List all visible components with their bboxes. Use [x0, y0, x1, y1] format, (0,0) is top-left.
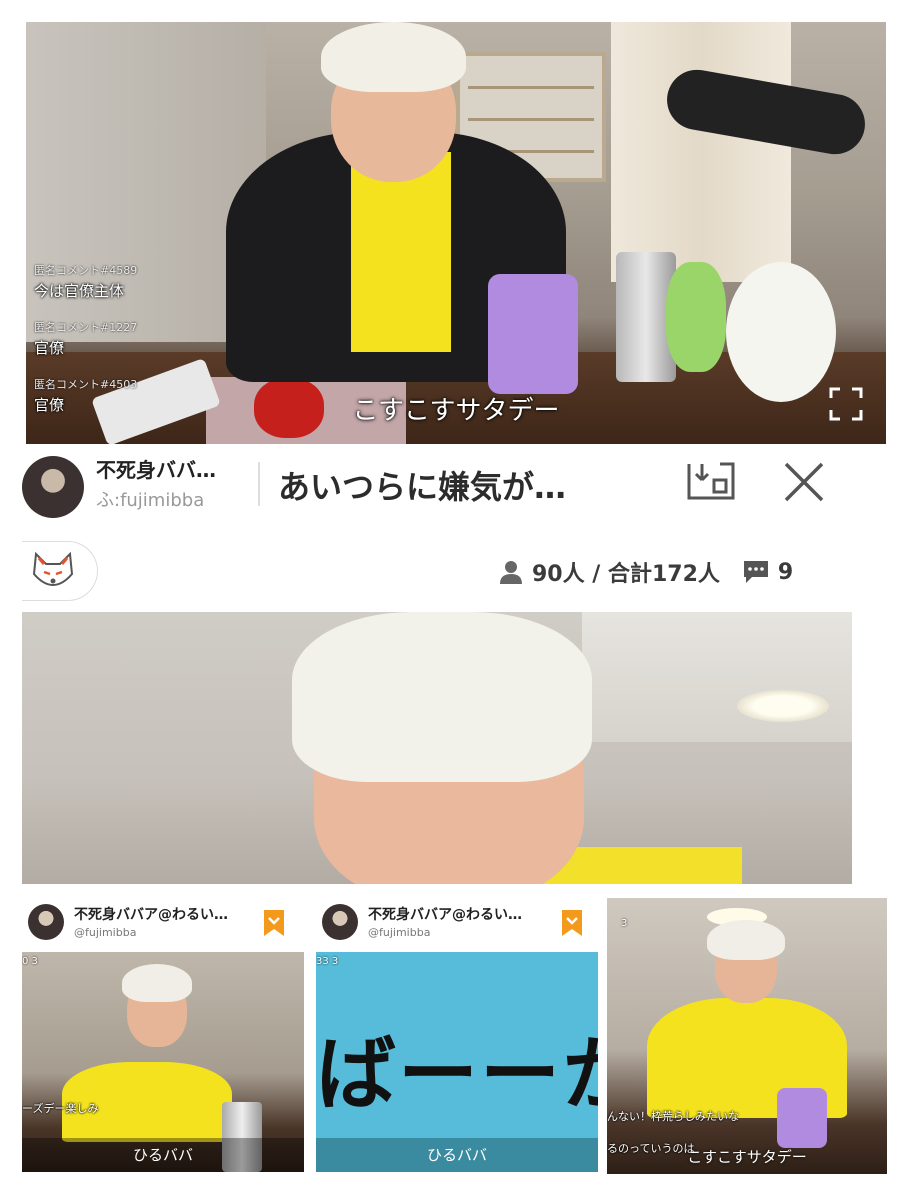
green-plush — [666, 262, 726, 372]
close-icon[interactable] — [780, 458, 828, 506]
fox-mask-badge[interactable] — [22, 541, 98, 601]
stream-card[interactable]: 不死身ババア@わるい… @fujimibba 0 3 ーズデー楽しみ ひるババ — [22, 896, 304, 1176]
fullscreen-icon[interactable] — [828, 386, 864, 422]
card-thumbnail[interactable]: 3 んない！枠荒らしみたいな るのっていうのは こすこすサタデー — [607, 898, 887, 1174]
channel-name[interactable]: 不死身ババ… — [96, 454, 256, 483]
thumb-counter: 0 3 — [22, 956, 38, 967]
viewer-stats: 90人 / 合計172人 9 — [498, 552, 793, 592]
thumb-counter: 33 3 — [316, 956, 339, 967]
scrolling-comment: んない！枠荒らしみたいな — [607, 1110, 739, 1123]
streamer-hair — [292, 612, 592, 782]
comment-author: 匿名コメント#1227 — [34, 321, 138, 334]
card-thumbnail[interactable]: 33 3 ばーーか ひるババ — [316, 952, 598, 1172]
card-channel-id: @fujimibba — [368, 926, 431, 939]
comment-item: 匿名コメント#4589 今は官僚主体 — [34, 262, 234, 301]
person-icon — [500, 561, 522, 584]
bookmark-icon[interactable] — [264, 910, 284, 936]
thumb-counter: 3 — [621, 918, 628, 929]
card-thumbnail[interactable]: 0 3 ーズデー楽しみ ひるババ — [22, 952, 304, 1172]
header-divider — [258, 462, 260, 506]
card-header: 不死身ババア@わるい… @fujimibba — [22, 896, 304, 950]
channel-avatar[interactable] — [22, 456, 84, 518]
white-plush — [726, 262, 836, 402]
picture-in-picture-icon[interactable] — [686, 458, 736, 502]
big-caption-text: ばーーか — [316, 1027, 598, 1121]
stream-card[interactable]: 不死身ババア@わるい… @fujimibba 33 3 ばーーか ひるババ — [316, 896, 598, 1176]
top-video-player[interactable]: 匿名コメント#4589 今は官僚主体 匿名コメント#1227 官僚 匿名コメント… — [26, 22, 886, 444]
comment-item: 匿名コメント#1227 官僚 — [34, 319, 234, 358]
stream-card[interactable]: 3 んない！枠荒らしみたいな るのっていうのは こすこすサタデー — [607, 898, 887, 1174]
background-curtain — [611, 22, 791, 282]
main-video-player[interactable] — [22, 612, 852, 884]
viewer-count: 90人 / 合計172人 — [532, 562, 720, 587]
scrolling-comment: ーズデー楽しみ — [22, 1102, 99, 1115]
video-caption-title: こすこすサタデー — [352, 396, 560, 426]
card-channel-id: @fujimibba — [74, 926, 137, 939]
card-title: ひるババ — [22, 1138, 304, 1172]
chat-bubble-icon — [743, 561, 768, 583]
card-header: 不死身ババア@わるい… @fujimibba — [316, 896, 598, 950]
channel-id: ふ:fujimibba — [96, 490, 205, 511]
card-title: ひるババ — [316, 1138, 598, 1172]
card-avatar[interactable] — [28, 904, 64, 940]
comment-author: 匿名コメント#4589 — [34, 264, 138, 277]
card-channel-name[interactable]: 不死身ババア@わるい… — [368, 904, 548, 924]
stream-title[interactable]: あいつらに嫌気が… — [278, 462, 566, 508]
ceiling — [582, 612, 852, 742]
bookmark-icon[interactable] — [562, 910, 582, 936]
card-avatar[interactable] — [322, 904, 358, 940]
card-title: こすこすサタデー — [687, 1148, 807, 1166]
ceiling-lamp — [737, 690, 829, 722]
comment-text: 官僚 — [34, 339, 65, 357]
phone-on-stand — [488, 274, 578, 394]
card-channel-name[interactable]: 不死身ババア@わるい… — [74, 904, 254, 924]
comment-text: 今は官僚主体 — [34, 282, 125, 300]
comment-count: 9 — [777, 559, 794, 585]
fox-mask-icon — [32, 551, 74, 586]
stream-header: 不死身ババ… ふ:fujimibba あいつらに嫌気が… — [22, 448, 886, 518]
